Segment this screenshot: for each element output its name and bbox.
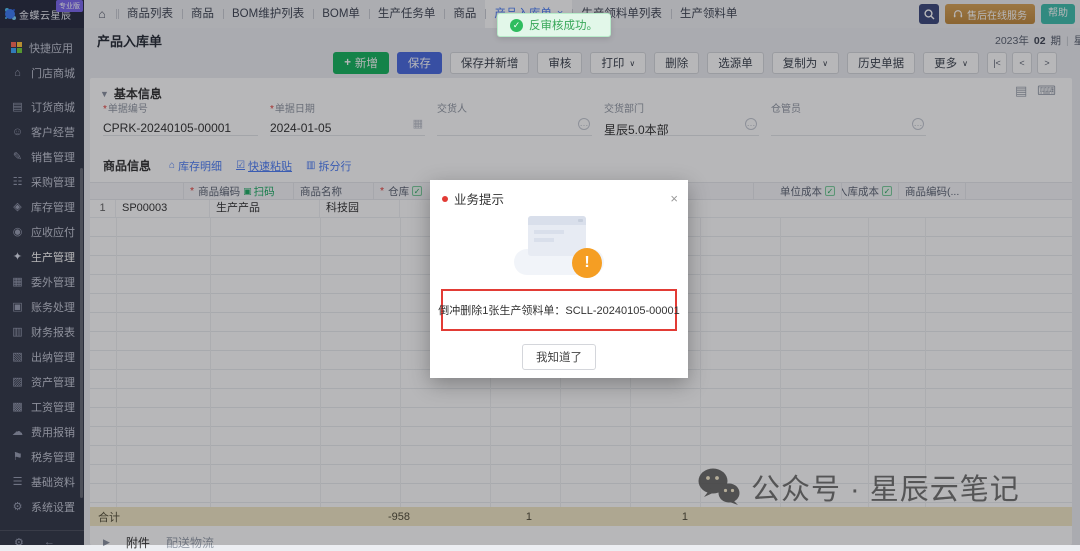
success-toast: ✓ 反审核成功。 [497,13,611,37]
warning-icon: ! [572,248,602,278]
acknowledge-button[interactable]: 我知道了 [522,344,596,370]
dialog-title: 业务提示 [454,189,670,208]
business-notice-dialog: 业务提示 × ! 倒冲删除1张生产领料单：SCLL-20240105-00001… [430,180,688,378]
wechat-icon [696,467,742,507]
check-circle-icon: ✓ [510,19,523,32]
dialog-message: 倒冲删除1张生产领料单：SCLL-20240105-00001 [438,302,680,318]
watermark: 公众号 · 星辰云笔记 [696,466,1020,508]
dialog-header: 业务提示 × [430,180,688,208]
message-highlight-box: 倒冲删除1张生产领料单：SCLL-20240105-00001 [441,289,677,331]
warning-illustration: ! [514,216,604,278]
toast-message: 反审核成功。 [529,17,598,33]
watermark-text: 公众号 · 星辰云笔记 [751,466,1020,508]
red-dot-icon [442,196,448,202]
close-icon[interactable]: × [670,193,678,205]
